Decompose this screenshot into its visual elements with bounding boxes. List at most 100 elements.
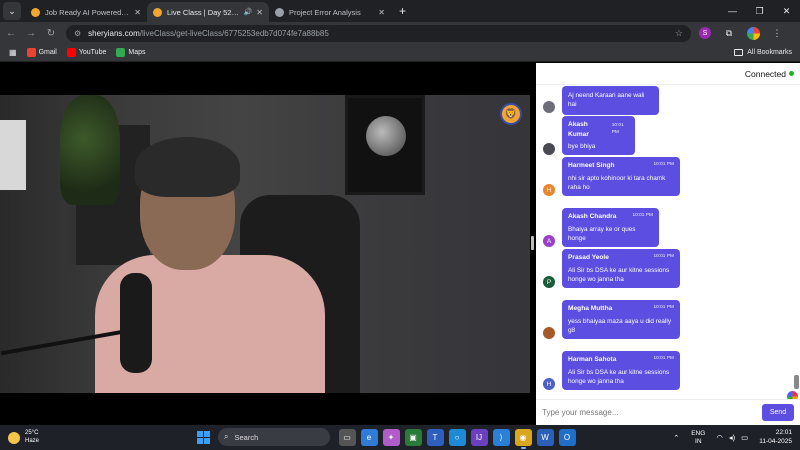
message-bubble: Akash Chandra 10:01 PM Bhaiya array ke or… — [562, 208, 659, 248]
avatar — [543, 327, 555, 340]
gmail-icon — [26, 48, 36, 57]
moon-poster — [345, 95, 425, 195]
language-indicator[interactable]: ENG IN — [691, 430, 705, 446]
sheryians-favicon-icon — [31, 7, 40, 17]
new-tab-button[interactable]: + — [399, 4, 406, 18]
close-icon[interactable]: ✕ — [134, 8, 141, 17]
message-time: 10:01 PM — [653, 356, 674, 362]
tab-title: Job Ready AI Powered Cohort: W — [45, 7, 130, 17]
volume-icon[interactable]: ◂) — [729, 433, 735, 442]
restore-icon[interactable]: ❐ — [746, 6, 773, 17]
minimize-icon[interactable]: — — [719, 6, 746, 16]
message-bubble: Harmeet Singh 10:01 PM nhi sir apto kohin… — [562, 157, 680, 197]
copilot-icon[interactable]: ✦ — [382, 428, 400, 446]
chat-message: Megha Muttha 10:01 PM yess bhaiyaa maza a… — [543, 300, 680, 340]
extension-icon[interactable]: S — [695, 25, 715, 41]
wifi-icon[interactable]: ◠ — [716, 433, 723, 442]
more-menu-icon[interactable]: ⋮ — [767, 25, 787, 41]
teams-icon[interactable]: T — [426, 428, 444, 446]
chat-status: Connected — [536, 63, 800, 85]
tab-live-class[interactable]: Live Class | Day 52 - String 🔊 ✕ — [147, 2, 269, 22]
sender-name: Akash Kumar — [568, 121, 589, 138]
vscode-icon[interactable]: ⟩ — [492, 428, 510, 446]
chrome-icon[interactable]: ◉ — [514, 428, 532, 449]
avatar: A — [543, 235, 555, 248]
extensions-puzzle-icon[interactable]: ⧉ — [719, 25, 739, 41]
time: 22:01 — [775, 429, 792, 437]
sender-name: Prasad Yeole — [568, 254, 609, 261]
date: 11-04-2025 — [759, 437, 792, 445]
chat-scrollbar[interactable] — [794, 375, 799, 389]
close-icon[interactable]: ✕ — [256, 8, 263, 17]
windows-taskbar: 25°C Haze ⌕ Search ▭ e ✦ ▣ T ○ IJ ⟩ ◉ W O … — [0, 425, 800, 450]
battery-icon[interactable]: ▭ — [741, 433, 748, 442]
clock[interactable]: 22:01 11-04-2025 — [759, 429, 792, 445]
chat-panel: Connected Aj neend Karaari aane wali hai… — [536, 63, 800, 425]
chat-message: H Harmeet Singh 10:01 PM nhi sir apto koh… — [543, 157, 680, 197]
message-text: nhi sir apto kohinoor ki tara chamk raha… — [568, 174, 666, 191]
screen: ⌄ Job Ready AI Powered Cohort: W ✕ Live … — [0, 0, 800, 450]
taskbar-search[interactable]: ⌕ Search — [218, 428, 330, 446]
weather-widget[interactable]: 25°C Haze — [8, 430, 68, 444]
windows-start-icon[interactable] — [197, 430, 210, 444]
message-bubble: Megha Muttha 10:01 PM yess bhaiyaa maza a… — [562, 300, 680, 340]
tab-project-error-analysis[interactable]: Project Error Analysis ✕ — [269, 2, 391, 22]
background-whiteboard — [0, 120, 26, 190]
all-bookmarks[interactable]: All Bookmarks — [734, 49, 792, 56]
globe-icon — [275, 7, 284, 17]
close-icon[interactable]: ✕ — [378, 8, 385, 17]
profile-avatar[interactable] — [743, 25, 763, 41]
sender-name: Harmeet Singh — [568, 162, 615, 169]
url-path: /liveClass/get-liveClass/6775253edb7d074… — [139, 28, 329, 38]
address-bar[interactable]: ⚙ sheryians.com/liveClass/get-liveClass/… — [66, 24, 691, 42]
reload-icon[interactable]: ↻ — [42, 28, 60, 39]
weather-condition: Haze — [25, 437, 40, 444]
word-icon[interactable]: W — [536, 428, 554, 446]
chat-message: A Akash Chandra 10:01 PM Bhaiya array ke … — [543, 208, 659, 248]
task-view-icon[interactable]: ▭ — [338, 428, 356, 446]
sheryians-favicon-icon — [153, 7, 162, 17]
message-bubble: Akash Kumar 10:01 PM bye bhiya — [562, 116, 635, 156]
back-arrow-icon[interactable]: ← — [2, 28, 20, 39]
browser-tab-strip: ⌄ Job Ready AI Powered Cohort: W ✕ Live … — [0, 0, 800, 22]
avatar: H — [543, 184, 555, 197]
close-window-icon[interactable]: ✕ — [773, 6, 800, 17]
message-input[interactable] — [542, 403, 756, 422]
chevron-up-icon[interactable]: ⌃ — [673, 434, 679, 442]
bookmark-star-icon[interactable]: ☆ — [675, 28, 683, 39]
store-icon[interactable]: ▣ — [404, 428, 422, 446]
sender-name: Harman Sahota — [568, 356, 617, 363]
window-controls: — ❐ ✕ — [719, 0, 800, 22]
site-info-icon[interactable]: ⚙ — [74, 29, 81, 38]
message-bubble: Aj neend Karaari aane wali hai — [562, 86, 659, 115]
outlook-icon[interactable]: O — [558, 428, 576, 446]
bookmark-maps[interactable]: Maps — [116, 48, 145, 57]
avatar — [543, 100, 555, 113]
chat-composer: Send — [536, 399, 800, 425]
video-player[interactable]: 🦁 — [0, 63, 530, 425]
bookmark-gmail[interactable]: Gmail — [26, 48, 57, 57]
chat-message: H Harman Sahota 10:01 PM Ali Sir bs DSA k… — [543, 351, 680, 391]
speaker-icon[interactable]: 🔊 — [244, 8, 253, 16]
avatar: H — [543, 378, 555, 391]
chat-message: P Prasad Yeole 10:01 PM Ali Sir bs DSA ke… — [543, 249, 680, 289]
intellij-icon[interactable]: IJ — [470, 428, 488, 446]
haze-weather-icon — [8, 431, 20, 444]
circle-app-icon[interactable]: ○ — [448, 428, 466, 446]
chat-messages[interactable]: Aj neend Karaari aane wali hai Akash Kum… — [536, 85, 800, 395]
connection-status-text: Connected — [744, 68, 786, 79]
send-button[interactable]: Send — [762, 404, 794, 421]
apps-grid-icon[interactable]: ▦ — [9, 48, 17, 57]
sender-name: Megha Muttha — [568, 305, 613, 312]
tab-title: Project Error Analysis — [289, 7, 361, 17]
forward-arrow-icon[interactable]: → — [22, 28, 40, 39]
maps-icon — [116, 48, 126, 57]
avatar — [543, 143, 555, 156]
edge-icon[interactable]: e — [360, 428, 378, 446]
message-time: 10:01 PM — [611, 122, 624, 135]
tab-job-ready[interactable]: Job Ready AI Powered Cohort: W ✕ — [25, 2, 147, 22]
video-frame[interactable] — [0, 95, 530, 393]
bookmark-youtube[interactable]: YouTube — [66, 48, 106, 57]
message-time: 10:01 PM — [653, 162, 674, 168]
tab-search-button[interactable]: ⌄ — [3, 2, 21, 20]
